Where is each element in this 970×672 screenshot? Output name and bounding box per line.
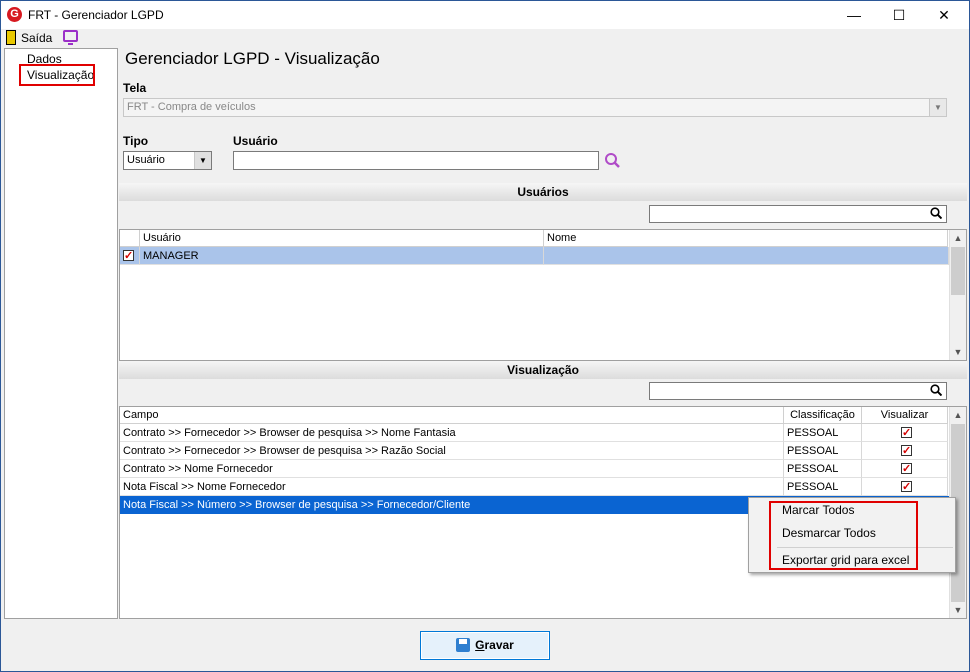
usuario-cell: MANAGER [140,247,544,265]
visualizar-cell[interactable] [862,478,948,496]
table-row[interactable]: Contrato >> Fornecedor >> Browser de pes… [120,424,949,442]
column-header-visualizar[interactable]: Visualizar [862,407,948,424]
scroll-down-icon[interactable]: ▼ [950,344,966,360]
table-row[interactable]: Contrato >> Fornecedor >> Browser de pes… [120,442,949,460]
close-button[interactable]: ✕ [921,1,967,29]
campo-cell: Nota Fiscal >> Número >> Browser de pesq… [120,496,784,514]
tipo-label: Tipo [123,134,149,148]
tela-value: FRT - Compra de veículos [127,101,256,113]
visualizar-cell[interactable] [862,424,948,442]
scroll-down-icon[interactable]: ▼ [950,602,966,618]
floppy-disk-icon [456,637,471,652]
column-header-check [120,230,140,247]
search-icon[interactable] [604,152,621,169]
monitor-icon[interactable] [63,30,78,45]
campo-cell: Contrato >> Fornecedor >> Browser de pes… [120,442,784,460]
column-header-classificacao[interactable]: Classificação [784,407,862,424]
toolbar: Saída [1,29,969,47]
row-checkbox-cell[interactable] [120,247,140,265]
save-label: ravar [484,638,514,652]
visualizar-cell[interactable] [862,460,948,478]
highlight-box [769,501,918,570]
column-header-usuario[interactable]: Usuário [140,230,544,247]
checkbox[interactable] [901,478,912,495]
scroll-up-icon[interactable]: ▲ [950,407,966,423]
column-header-campo[interactable]: Campo [120,407,784,424]
maximize-button[interactable]: ☐ [876,1,922,29]
tela-select[interactable]: FRT - Compra de veículos ▼ [123,98,947,117]
classificacao-cell: PESSOAL [784,460,862,478]
exit-door-icon[interactable] [6,30,16,45]
chevron-down-icon: ▼ [194,152,211,169]
campo-cell: Contrato >> Fornecedor >> Browser de pes… [120,424,784,442]
window-title: FRT - Gerenciador LGPD [28,8,164,22]
save-button[interactable]: Gravar [420,631,550,660]
campo-cell: Nota Fiscal >> Nome Fornecedor [120,478,784,496]
chevron-down-icon: ▼ [929,99,946,116]
navigation-tree: Dados Visualização [4,48,118,619]
usuarios-scrollbar[interactable]: ▲ ▼ [949,230,966,360]
title-bar: G FRT - Gerenciador LGPD — ☐ ✕ [1,1,969,29]
scroll-thumb[interactable] [951,247,965,295]
classificacao-cell: PESSOAL [784,424,862,442]
checkbox[interactable] [901,442,912,459]
tela-label: Tela [123,81,147,95]
scroll-up-icon[interactable]: ▲ [950,230,966,246]
classificacao-cell: PESSOAL [784,478,862,496]
visualizacao-filter-input[interactable] [649,382,947,400]
visualizar-cell[interactable] [862,442,948,460]
column-header-nome[interactable]: Nome [544,230,948,247]
campo-cell: Contrato >> Nome Fornecedor [120,460,784,478]
usuarios-filter-input[interactable] [649,205,947,223]
app-logo-icon: G [7,7,22,22]
checkbox[interactable] [901,424,912,441]
tipo-select[interactable]: Usuário ▼ [123,151,212,170]
usuarios-section-header: Usuários [119,183,967,201]
usuario-input[interactable] [233,151,599,170]
usuario-label: Usuário [233,134,278,148]
table-row[interactable]: Nota Fiscal >> Nome Fornecedor PESSOAL [120,478,949,496]
nome-cell [544,247,949,265]
usuarios-grid: Usuário Nome MANAGER ▲ ▼ [119,229,967,361]
exit-button[interactable]: Saída [21,31,52,45]
classificacao-cell: PESSOAL [784,442,862,460]
search-icon[interactable] [930,207,942,219]
checkbox[interactable] [123,247,134,264]
search-icon[interactable] [930,384,942,396]
table-row[interactable]: MANAGER [120,247,949,265]
visualizacao-section-header: Visualização [119,361,967,379]
checkbox[interactable] [901,460,912,477]
table-row[interactable]: Contrato >> Nome Fornecedor PESSOAL [120,460,949,478]
highlight-box [19,64,95,86]
main-window: G FRT - Gerenciador LGPD — ☐ ✕ Saída Dad… [0,0,970,672]
tipo-value: Usuário [127,154,165,166]
minimize-button[interactable]: — [831,1,877,29]
page-title: Gerenciador LGPD - Visualização [125,49,380,68]
